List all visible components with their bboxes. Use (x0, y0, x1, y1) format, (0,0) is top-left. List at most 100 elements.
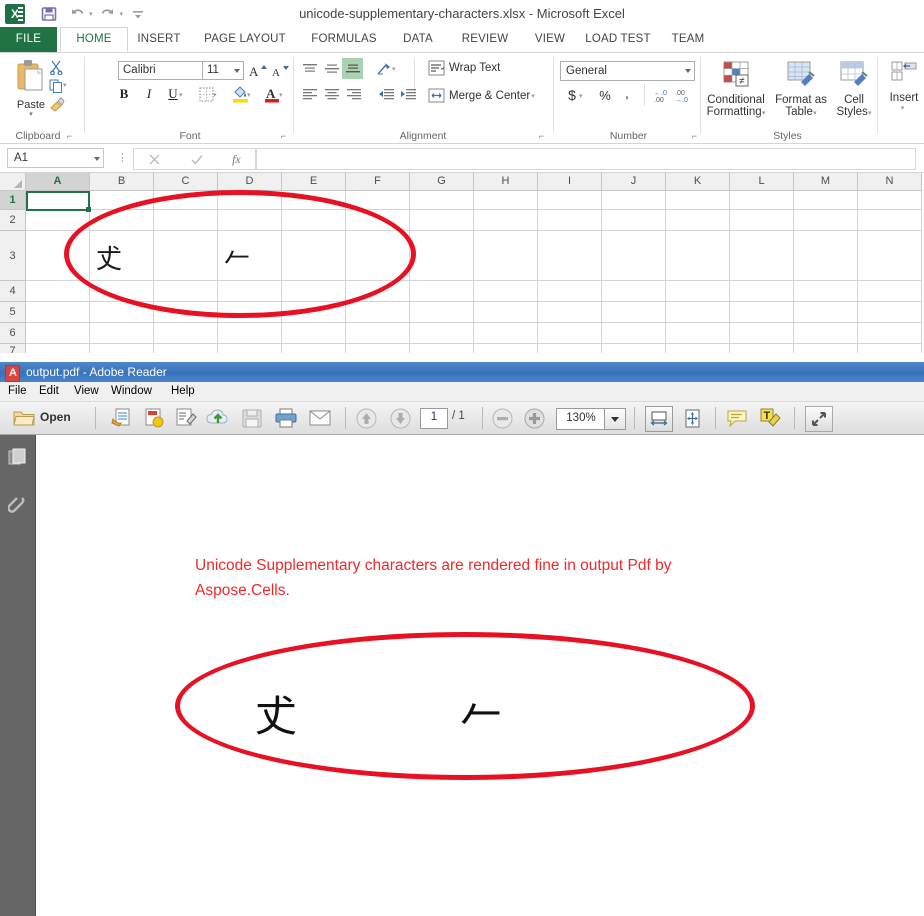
grid-cell[interactable] (282, 323, 346, 344)
font-size-input[interactable]: 11 (202, 61, 244, 80)
orientation-chevron-down-icon[interactable]: ▾ (392, 65, 396, 73)
insert-cells-button[interactable]: Insert ▾ (884, 60, 924, 113)
grid-cell[interactable] (538, 210, 602, 231)
decrease-decimal-button[interactable]: .00→.0 (672, 86, 692, 103)
name-box[interactable]: A1 (7, 148, 104, 168)
grid-cell[interactable] (602, 344, 666, 353)
tab-data[interactable]: DATA (388, 27, 448, 52)
conditional-formatting-button[interactable]: ≠ Conditional Formatting ▾ (705, 60, 767, 121)
column-header-n[interactable]: N (858, 173, 922, 191)
grid-cell[interactable] (538, 231, 602, 281)
grid-cell[interactable] (26, 344, 90, 353)
grid-cell[interactable] (218, 344, 282, 353)
grid-cell[interactable] (858, 210, 922, 231)
grid-cell[interactable] (730, 302, 794, 323)
number-format-chevron-down-icon[interactable] (685, 69, 691, 73)
merge-center-chevron-down-icon[interactable]: ▾ (531, 92, 535, 100)
page-thumbnails-icon[interactable] (7, 447, 29, 469)
shrink-font-button[interactable]: A (270, 61, 290, 80)
grid-cell[interactable] (730, 191, 794, 210)
grid-cell[interactable] (794, 231, 858, 281)
tab-home[interactable]: HOME (60, 27, 128, 52)
grid-cell[interactable] (538, 191, 602, 210)
grid-cell[interactable] (602, 302, 666, 323)
column-header-i[interactable]: I (538, 173, 602, 191)
grid-cell[interactable] (410, 210, 474, 231)
open-button[interactable]: Open (40, 410, 71, 424)
increase-indent-button[interactable] (398, 85, 417, 103)
grid-cell[interactable] (474, 323, 538, 344)
grid-cell[interactable] (666, 302, 730, 323)
number-dialog-launcher[interactable]: ⌐ (692, 131, 697, 141)
column-header-m[interactable]: M (794, 173, 858, 191)
tab-team[interactable]: TEAM (658, 27, 718, 52)
conditional-formatting-chevron-down-icon[interactable]: ▾ (762, 110, 766, 117)
format-painter-button[interactable] (46, 95, 68, 113)
menu-view[interactable]: View (74, 384, 99, 399)
grid-cell[interactable] (538, 302, 602, 323)
align-left-button[interactable] (300, 85, 319, 103)
italic-button[interactable]: I (140, 85, 158, 103)
grid-cell[interactable] (602, 191, 666, 210)
cell-styles-chevron-down-icon[interactable]: ▾ (868, 110, 872, 117)
zoom-in-icon[interactable] (522, 407, 546, 429)
grid-cell[interactable] (474, 302, 538, 323)
grid-cell[interactable] (602, 323, 666, 344)
grid-cell[interactable] (858, 323, 922, 344)
print-icon[interactable] (274, 407, 298, 429)
decrease-indent-button[interactable] (376, 85, 395, 103)
column-header-d[interactable]: D (218, 173, 282, 191)
edit-pdf-icon[interactable] (174, 407, 198, 429)
full-screen-icon[interactable] (805, 406, 833, 432)
fit-page-icon[interactable] (680, 407, 704, 429)
grid-cell[interactable] (794, 191, 858, 210)
column-header-j[interactable]: J (602, 173, 666, 191)
font-size-chevron-down-icon[interactable] (234, 69, 240, 73)
borders-chevron-down-icon[interactable]: ▾ (213, 91, 217, 99)
grid-cell[interactable] (794, 210, 858, 231)
row-header-3[interactable]: 3 (0, 231, 26, 281)
grid-cell[interactable] (666, 323, 730, 344)
column-header-c[interactable]: C (154, 173, 218, 191)
cell-styles-button[interactable]: Cell Styles ▾ (831, 60, 877, 121)
grow-font-button[interactable]: A (248, 61, 268, 80)
open-folder-icon[interactable] (12, 407, 36, 429)
column-header-l[interactable]: L (730, 173, 794, 191)
zoom-chevron-down-icon[interactable] (604, 408, 626, 430)
copy-chevron-down-icon[interactable]: ▾ (63, 81, 67, 89)
grid-cell[interactable] (410, 323, 474, 344)
fx-icon[interactable]: fx (232, 152, 241, 167)
grid-cell[interactable] (26, 302, 90, 323)
currency-chevron-down-icon[interactable]: ▾ (579, 92, 583, 100)
select-all-corner[interactable] (0, 173, 26, 191)
grid-cell[interactable] (410, 191, 474, 210)
zoom-level-input[interactable]: 130% (556, 408, 605, 430)
column-header-k[interactable]: K (666, 173, 730, 191)
grid-cell[interactable] (666, 344, 730, 353)
tab-insert[interactable]: INSERT (128, 27, 190, 52)
grid-cell[interactable] (346, 323, 410, 344)
previous-page-icon[interactable] (354, 407, 378, 429)
cancel-icon[interactable] (148, 153, 161, 166)
percent-button[interactable]: % (596, 86, 614, 104)
merge-center-button[interactable]: Merge & Center ▾ (428, 88, 535, 103)
column-header-h[interactable]: H (474, 173, 538, 191)
grid-cell[interactable] (730, 344, 794, 353)
grid-cell[interactable] (858, 231, 922, 281)
menu-file[interactable]: File (8, 384, 27, 399)
tab-file[interactable]: FILE (0, 27, 57, 52)
grid-cell[interactable] (794, 302, 858, 323)
increase-decimal-button[interactable]: ←.0.00 (650, 86, 670, 103)
zoom-out-icon[interactable] (490, 407, 514, 429)
align-center-button[interactable] (322, 85, 341, 103)
row-header-4[interactable]: 4 (0, 281, 26, 302)
page-number-input[interactable]: 1 (420, 408, 448, 429)
number-format-select[interactable]: General (560, 61, 695, 81)
column-header-g[interactable]: G (410, 173, 474, 191)
grid-cell[interactable] (90, 344, 154, 353)
combine-files-icon[interactable] (142, 407, 166, 429)
grid-cell[interactable] (858, 281, 922, 302)
grid-cell[interactable] (858, 344, 922, 353)
grid-cell[interactable] (730, 281, 794, 302)
grid-cell[interactable] (90, 323, 154, 344)
